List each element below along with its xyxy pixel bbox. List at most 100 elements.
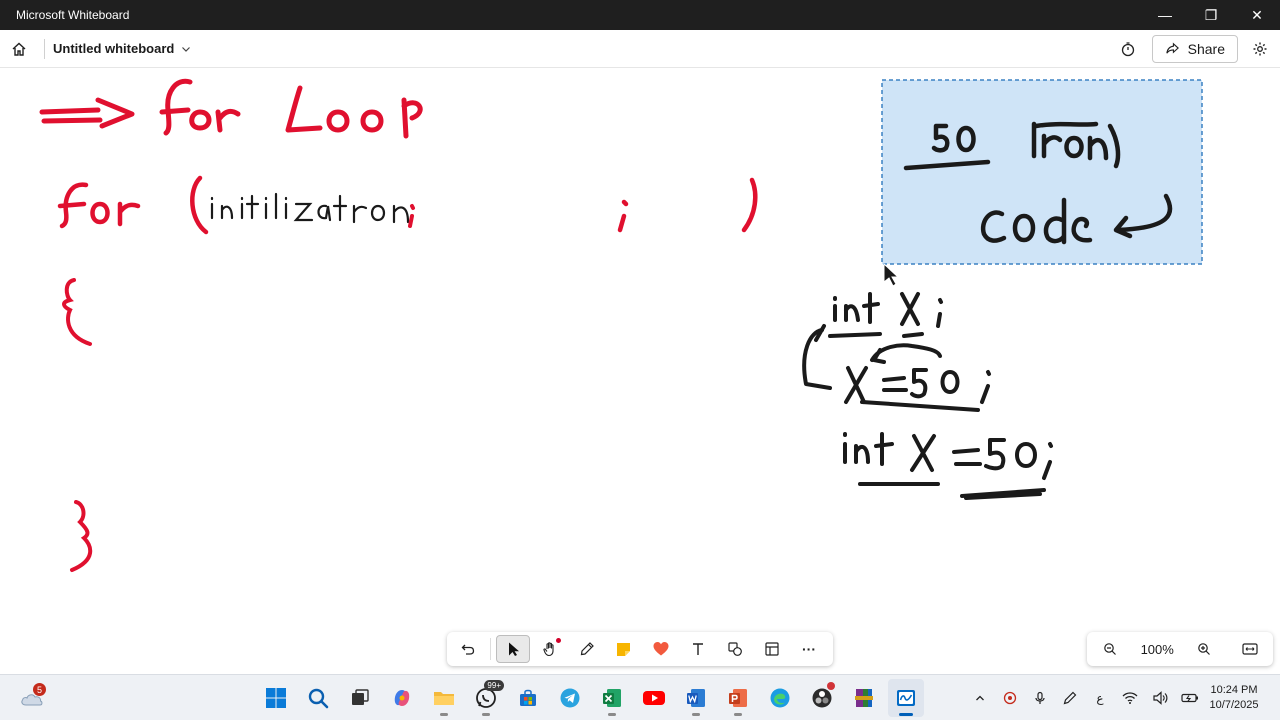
speaker-icon [1153,691,1168,705]
text-icon [693,643,703,655]
document-title-button[interactable]: Untitled whiteboard [51,41,192,56]
system-tray: ع [970,681,1200,715]
powerpoint-icon [729,689,747,707]
reaction-tool[interactable] [644,635,678,663]
volume-tray-icon[interactable] [1150,688,1170,708]
red-ink-for-syntax [57,175,758,235]
home-icon [12,42,26,56]
pen-tray-icon[interactable] [1060,688,1080,708]
security-tray-icon[interactable] [1000,688,1020,708]
toolbar-divider [490,638,491,660]
search-icon [308,688,329,709]
chevron-down-icon [182,46,191,52]
whiteboard-app[interactable] [888,679,924,717]
start-button[interactable] [258,679,294,717]
whiteboard-canvas[interactable] [0,68,1280,674]
templates-tool[interactable] [755,635,789,663]
timer-icon [1121,41,1134,56]
microphone-icon [1035,691,1045,704]
heart-icon [653,642,669,656]
folder-icon [434,692,454,705]
obs-recording-dot [827,682,835,690]
youtube-app[interactable] [636,679,672,717]
window-title: Microsoft Whiteboard [16,8,130,22]
header-divider [44,38,45,59]
telegram-icon [560,688,580,708]
share-icon [1165,42,1179,54]
powerpoint-app[interactable] [720,679,756,717]
edge-app[interactable] [762,679,798,717]
more-button[interactable]: ··· [792,635,826,663]
mouse-cursor [883,262,900,287]
zoom-in-button[interactable] [1189,635,1219,663]
task-view-icon [352,689,369,705]
restore-button[interactable]: ❐ [1188,0,1234,30]
text-tool[interactable] [681,635,715,663]
black-small-text [210,192,410,224]
whiteboard-icon [897,690,915,706]
weather-widget[interactable]: 5 [14,681,50,715]
winrar-app[interactable] [846,679,882,717]
open-brace [62,278,92,346]
youtube-icon [643,691,665,705]
microphone-tray-icon[interactable] [1030,688,1050,708]
select-tool[interactable] [496,635,530,663]
clock-time: 10:24 PM [1210,684,1258,696]
shapes-tool[interactable] [718,635,752,663]
close-button[interactable]: ✕ [1234,0,1280,30]
whatsapp-app[interactable]: 99+ [468,679,504,717]
red-semicolon [408,204,415,228]
file-explorer-app[interactable] [426,679,462,717]
sticky-note-tool[interactable] [607,635,641,663]
shapes-icon [728,642,742,656]
app-header: Untitled whiteboard Share [0,30,1280,68]
hand-tool[interactable] [533,635,567,663]
zoom-level[interactable]: 100% [1141,642,1174,657]
more-icon: ··· [802,641,816,657]
pen-menu-icon [1063,691,1077,705]
battery-icon [1181,693,1198,703]
show-hidden-icons-button[interactable] [970,688,990,708]
red-ink-heading [39,78,423,139]
undo-icon [461,644,475,655]
obs-app[interactable] [804,679,840,717]
taskbar-clock[interactable]: 10:24 PM 10/7/2025 [1198,683,1270,713]
drawing-toolbar: ··· [447,632,833,666]
archive-icon [855,689,873,707]
document-title: Untitled whiteboard [53,41,175,56]
copilot-icon [394,690,410,706]
gear-icon [1253,42,1267,55]
minimize-button[interactable]: — [1142,0,1188,30]
share-button[interactable]: Share [1151,34,1238,63]
timer-button[interactable] [1110,31,1146,67]
settings-button[interactable] [1244,31,1276,67]
copilot-app[interactable] [384,679,420,717]
fit-to-screen-button[interactable] [1235,635,1265,663]
telegram-app[interactable] [552,679,588,717]
word-icon [687,689,705,707]
hand-tool-indicator [556,638,561,643]
right-ink-code [802,292,1053,500]
word-app[interactable] [678,679,714,717]
wifi-tray-icon[interactable] [1120,688,1140,708]
task-view-button[interactable] [342,679,378,717]
sticky-note[interactable] [881,79,1203,265]
home-button[interactable] [0,30,38,68]
taskbar: 5 99+ ع 10:24 PM 10/7/2025 [0,674,1280,720]
zoom-out-icon [1104,643,1116,655]
language-indicator[interactable]: ع [1090,688,1110,708]
ink-layer [39,78,1203,572]
search-button[interactable] [300,679,336,717]
undo-button[interactable] [451,635,485,663]
battery-tray-icon[interactable] [1180,688,1200,708]
zoom-controls: 100% [1087,632,1273,666]
zoom-out-button[interactable] [1095,635,1125,663]
excel-icon [603,689,621,707]
pen-icon [580,642,594,656]
pen-tool[interactable] [570,635,604,663]
shield-icon [1003,691,1017,705]
store-app[interactable] [510,679,546,717]
excel-app[interactable] [594,679,630,717]
wifi-icon [1122,692,1138,704]
whatsapp-badge: 99+ [484,680,504,691]
